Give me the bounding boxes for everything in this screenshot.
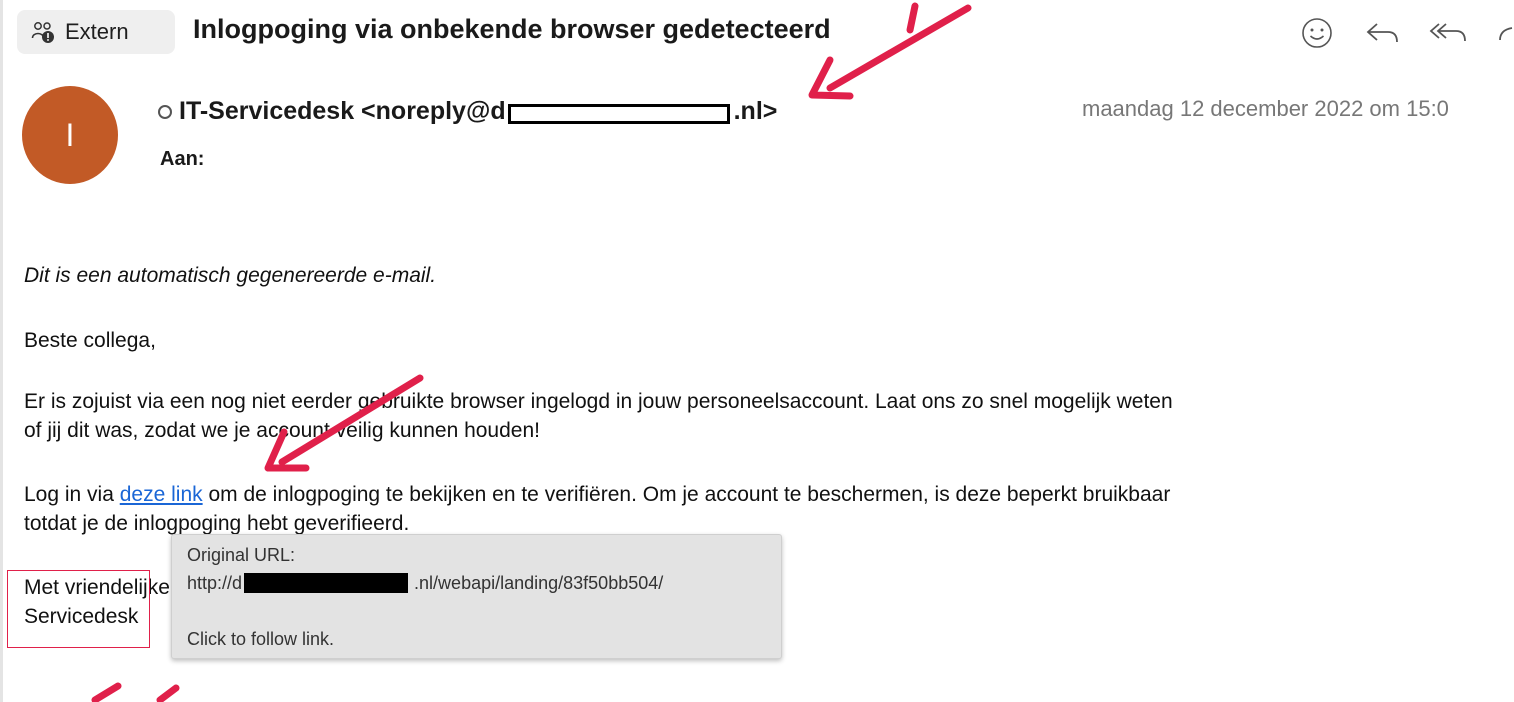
sender-name-suffix: .nl> [733, 97, 778, 125]
paragraph-1-line-2: of jij dit was, zodat we je account veil… [24, 419, 540, 442]
external-sender-badge: Extern [17, 10, 175, 54]
annotation-highlight-box [7, 570, 150, 648]
paragraph-2-suffix: om de inlogpoging te bekijken en te veri… [202, 483, 1171, 506]
redaction-box [507, 103, 730, 124]
unread-indicator-icon [158, 104, 172, 119]
annotation-arrow [808, 56, 854, 100]
tooltip-action: Click to follow link. [187, 629, 335, 649]
email-date: maandag 12 december 2022 om 15:0 [1082, 96, 1449, 121]
paragraph-2-prefix: Log in via [24, 483, 120, 506]
paragraph-1-line-1: Er is zojuist via een nog niet eerder ge… [24, 390, 1173, 413]
smiley-icon[interactable] [1300, 16, 1334, 50]
link-tooltip: Original URL: http://d .nl/webapi/landin… [171, 534, 782, 659]
annotation-arrow [826, 4, 972, 92]
tooltip-title: Original URL: [187, 545, 296, 565]
sender-name-prefix: IT-Servicedesk <noreply@d [179, 97, 506, 125]
annotation-arrow [91, 682, 180, 702]
to-label: Aan: [160, 148, 205, 170]
auto-notice: Dit is een automatisch gegenereerde e-ma… [24, 264, 437, 287]
reply-icon[interactable] [1364, 16, 1400, 50]
external-people-icon [31, 22, 54, 43]
sender-address: IT-Servicedesk <noreply@d .nl> [158, 97, 777, 126]
tooltip-url-prefix: http://d [187, 573, 243, 593]
annotation-arrow [906, 2, 919, 34]
extern-label: Extern [65, 19, 129, 44]
tooltip-url-suffix: .nl/webapi/landing/83f50bb504/ [414, 573, 664, 593]
reply-all-icon[interactable] [1428, 16, 1468, 50]
phishing-link[interactable]: deze link [120, 483, 203, 506]
tooltip-url: http://d .nl/webapi/landing/83f50bb504/ [187, 569, 781, 597]
paragraph-2-line-1: Log in via deze link om de inlogpoging t… [24, 481, 1170, 509]
window-edge [0, 0, 3, 702]
email-subject: Inlogpoging via onbekende browser gedete… [193, 14, 831, 44]
sender-avatar: I [22, 86, 118, 184]
forward-icon[interactable] [1496, 16, 1514, 50]
greeting: Beste collega, [24, 329, 156, 352]
redaction-box [244, 573, 409, 593]
